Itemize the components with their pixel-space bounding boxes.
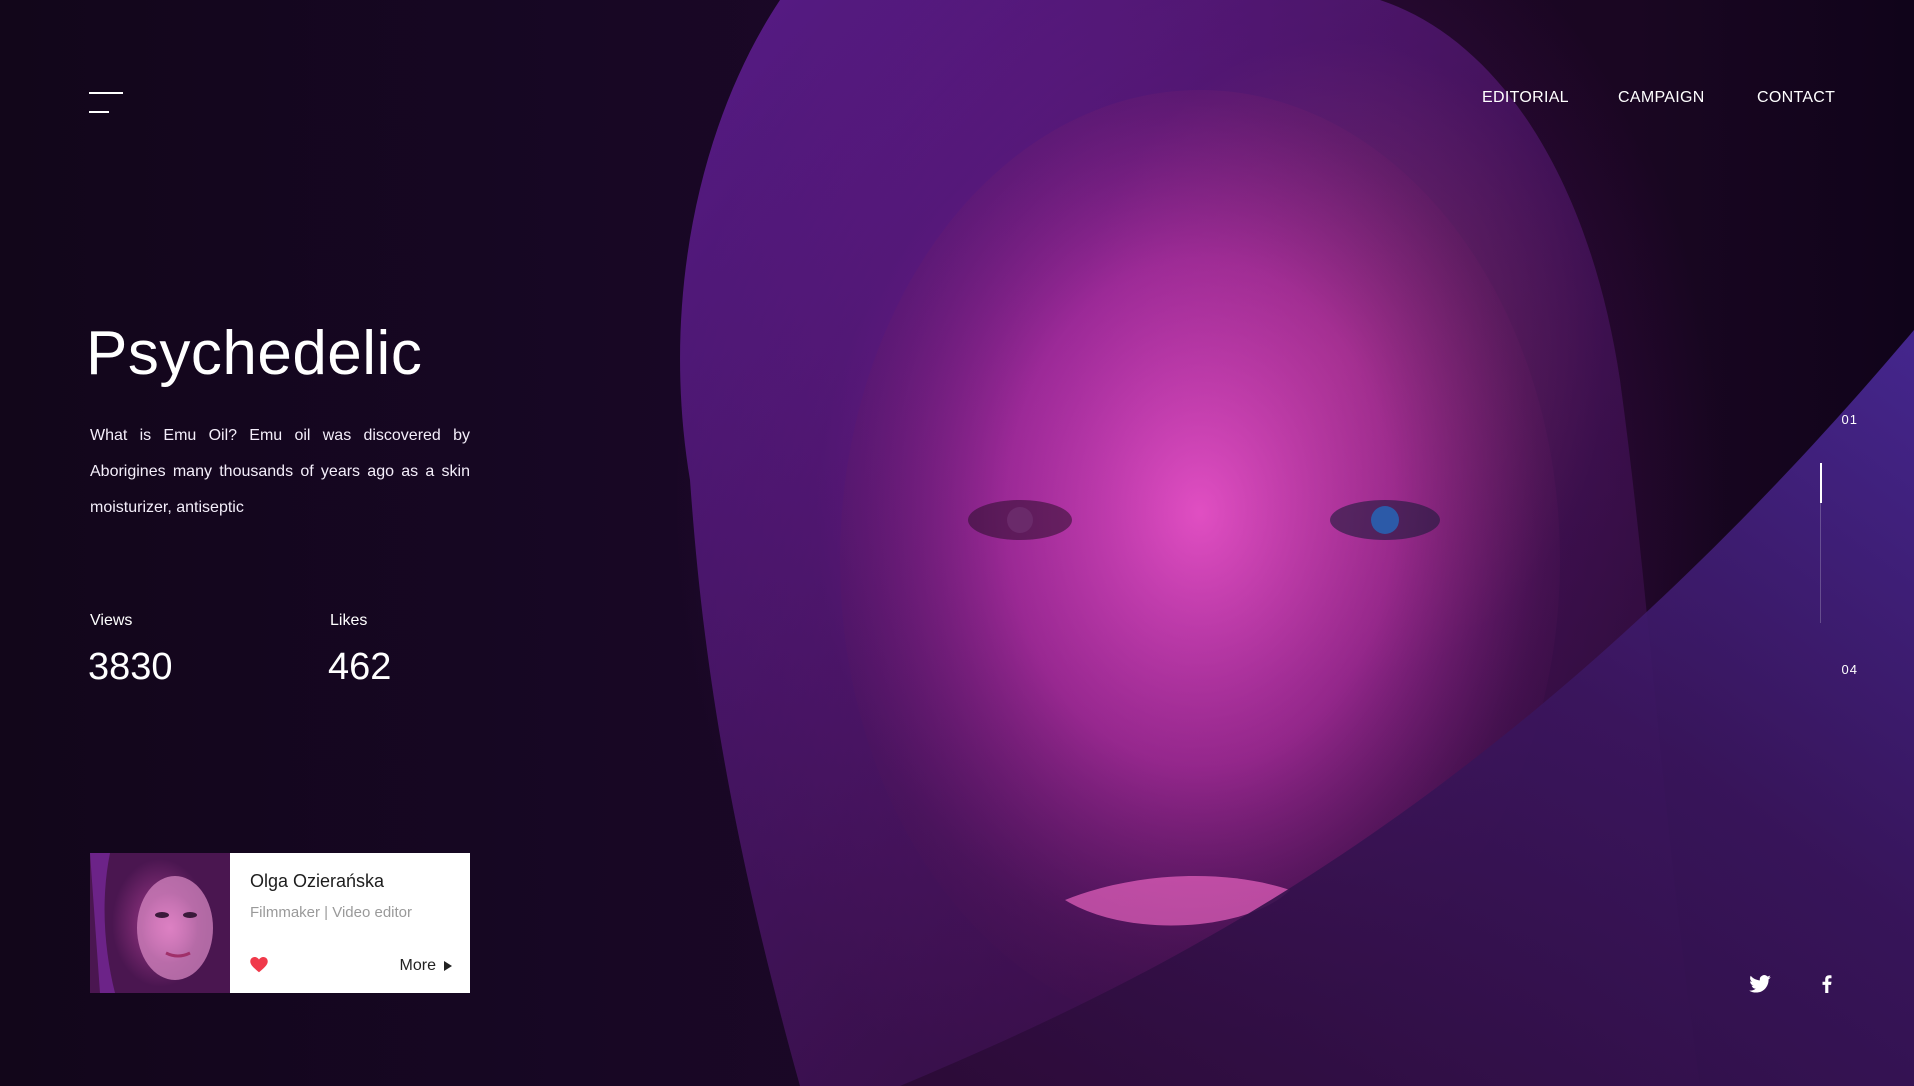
nav-item-editorial[interactable]: EDITORIAL (1482, 89, 1569, 107)
nav-item-campaign[interactable]: CAMPAIGN (1618, 89, 1705, 107)
play-arrow-icon (444, 961, 452, 971)
page-title: Psychedelic (86, 319, 423, 388)
author-avatar (90, 853, 230, 993)
more-button[interactable]: More (400, 957, 452, 975)
slide-progress-indicator (1819, 463, 1822, 503)
facebook-icon[interactable] (1822, 975, 1832, 993)
twitter-icon[interactable] (1749, 975, 1771, 993)
likes-label: Likes (330, 612, 368, 629)
likes-count: 462 (328, 646, 392, 688)
slide-current-number: 01 (1841, 412, 1858, 427)
more-label: More (399, 957, 436, 974)
author-name: Olga Ozierańska (250, 871, 385, 891)
heart-icon[interactable] (250, 957, 268, 973)
views-count: 3830 (88, 646, 173, 688)
nav-item-contact[interactable]: CONTACT (1757, 89, 1835, 107)
author-role: Filmmaker | Video editor (250, 904, 413, 921)
slide-progress-track[interactable] (1819, 463, 1822, 623)
hero-description: What is Emu Oil? Emu oil was discovered … (90, 427, 470, 516)
slide-total-number: 04 (1841, 662, 1858, 677)
author-card: Olga Ozierańska Filmmaker | Video editor… (90, 853, 470, 993)
views-label: Views (90, 612, 133, 629)
hamburger-menu-icon[interactable] (89, 91, 123, 117)
